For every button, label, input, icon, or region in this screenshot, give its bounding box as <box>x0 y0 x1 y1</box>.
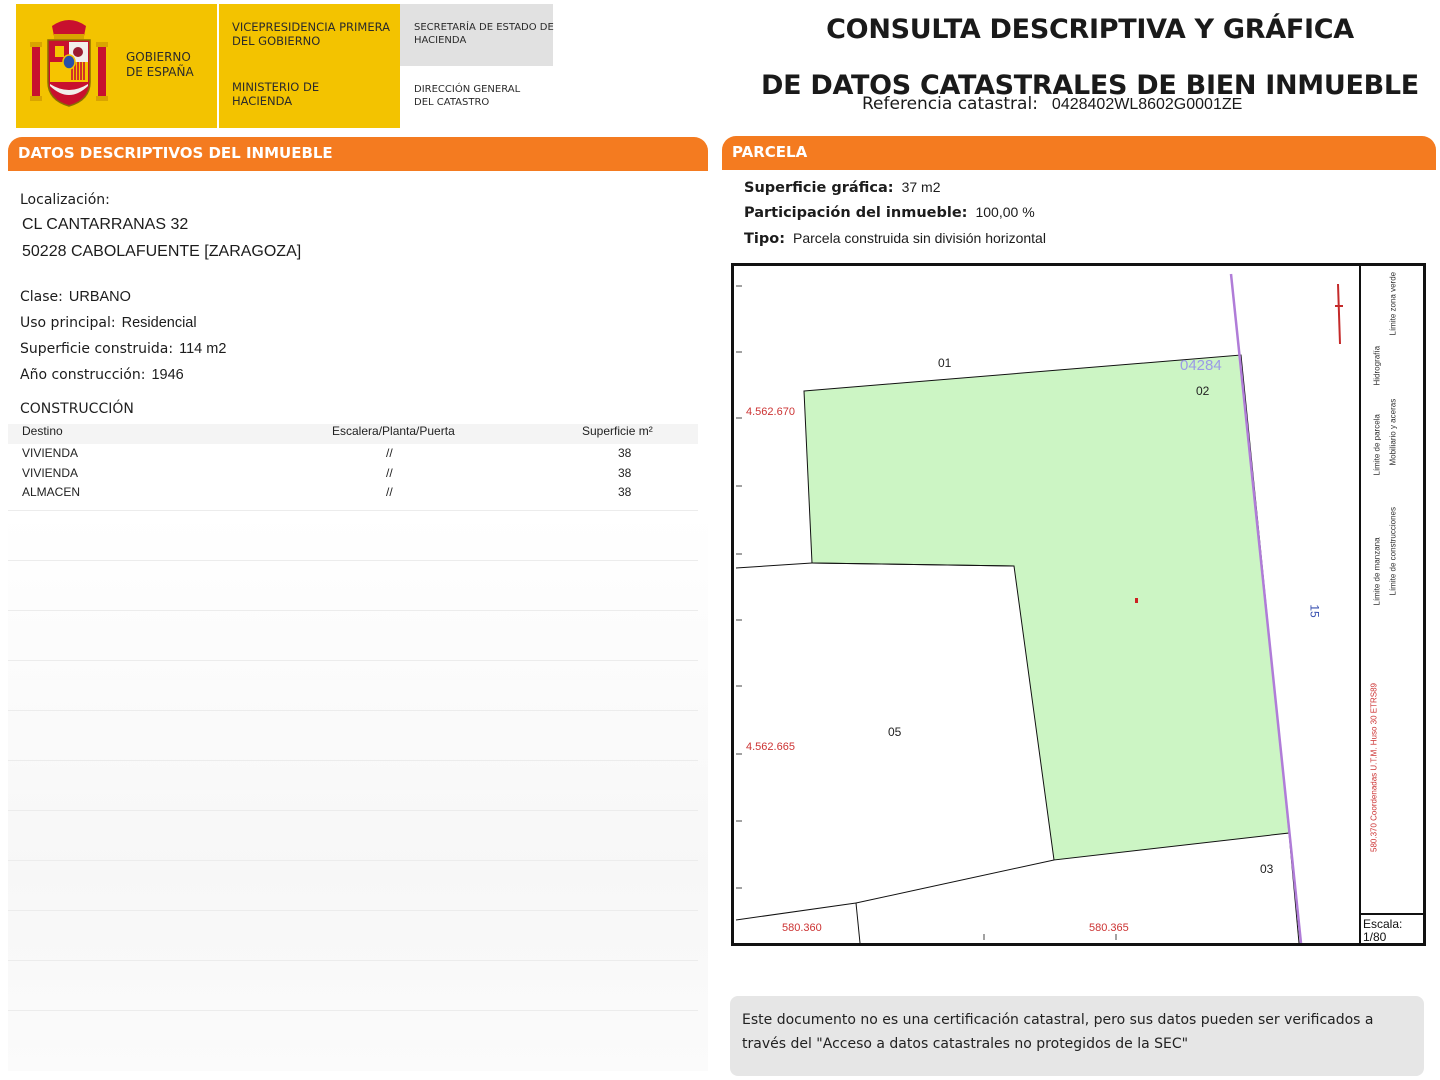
parcel-polygon <box>803 354 1290 861</box>
header-destino: Destino <box>22 424 63 438</box>
uso-key: Uso principal: <box>20 315 116 331</box>
legend-item-label: Mobiliario y aceras <box>1388 398 1398 466</box>
parcel-boundary-line <box>735 562 813 569</box>
parcel-boundary-line <box>735 902 857 921</box>
parcel-boundary-line <box>855 859 1055 904</box>
ref-label: Referencia catastral: <box>862 94 1038 114</box>
left-panel <box>8 171 708 1071</box>
street-number-label: 15 <box>1307 604 1322 618</box>
tipo-value: Parcela construida sin división horizont… <box>793 230 1046 246</box>
cell-escalera: // <box>386 466 393 480</box>
legend-item-label: Límite zona verde <box>1388 271 1398 336</box>
anio-key: Año construcción: <box>20 367 146 383</box>
coat-of-arms-icon <box>30 20 108 107</box>
tipo-key: Tipo: <box>744 231 786 247</box>
section-header-datos: DATOS DESCRIPTIVOS DEL INMUEBLE <box>8 137 708 171</box>
vicepresidencia-label: VICEPRESIDENCIA PRIMERA DEL GOBIERNO <box>232 20 391 49</box>
address-line-1: CL CANTARRANAS 32 <box>22 216 189 233</box>
table-row: VIVIENDA // 38 <box>8 466 698 486</box>
cadastral-map[interactable]: 01 02 03 05 04284 4.562.670 4.562.665 58… <box>731 263 1426 946</box>
referencia-catastral: Referencia catastral: 0428402WL8602G0001Z… <box>862 94 1242 114</box>
row-divider <box>8 660 698 661</box>
x-coord-left: 580.360 <box>782 922 822 934</box>
y-coord-bottom: 4.562.665 <box>746 741 795 753</box>
superficie-construida-row: Superficie construida: 114 m2 <box>20 341 226 357</box>
legend-item-label: Límite de manzana <box>1372 537 1382 606</box>
superficie-grafica-key: Superficie gráfica: <box>744 180 894 196</box>
cell-superficie: 38 <box>618 446 632 460</box>
cell-destino: VIVIENDA <box>22 446 79 460</box>
gobierno-espana-label: GOBIERNO DE ESPAÑA <box>126 50 194 79</box>
table-row: VIVIENDA // 38 <box>8 446 698 466</box>
parcel-label-01: 01 <box>938 356 952 370</box>
cell-destino: ALMACEN <box>22 485 81 499</box>
legend-divider <box>1359 913 1426 915</box>
superficie-grafica-value: 37 m2 <box>901 179 941 195</box>
row-divider <box>8 710 698 711</box>
tipo-row: Tipo: Parcela construida sin división hor… <box>744 230 1046 247</box>
centroid-mark <box>1135 598 1138 603</box>
superficie-construida-key: Superficie construida: <box>20 341 174 357</box>
direccion-label: DIRECCIÓN GENERAL DEL CATASTRO <box>414 84 521 108</box>
row-divider <box>8 960 698 961</box>
title-line-1: CONSULTA DESCRIPTIVA Y GRÁFICA <box>826 14 1354 45</box>
uso-row: Uso principal: Residencial <box>20 315 197 331</box>
row-divider <box>8 860 698 861</box>
x-coord-right: 580.365 <box>1089 922 1129 934</box>
localizacion-label: Localización: <box>20 192 110 208</box>
address-line-2: 50228 CABOLAFUENTE [ZARAGOZA] <box>22 243 302 260</box>
section-header-parcela: PARCELA <box>722 136 1436 170</box>
header-escalera: Escalera/Planta/Puerta <box>332 424 455 438</box>
legend-divider <box>1359 263 1361 946</box>
legend-item-label: Hidrografía <box>1372 345 1382 386</box>
row-divider <box>8 760 698 761</box>
row-divider <box>8 810 698 811</box>
parcel-label-05: 05 <box>888 725 902 739</box>
parcel-label-03: 03 <box>1260 862 1274 876</box>
cell-escalera: // <box>386 446 393 460</box>
cell-superficie: 38 <box>618 485 632 499</box>
anio-value: 1946 <box>151 367 184 383</box>
localizacion-key: Localización: <box>20 192 110 208</box>
north-arrow-icon <box>1335 283 1343 345</box>
uso-value: Residencial <box>121 315 197 331</box>
clase-value: URBANO <box>68 289 131 305</box>
cell-destino: VIVIENDA <box>22 466 79 480</box>
scale-value: 1/80 <box>1363 930 1387 944</box>
coord-note: 580.370 Coordenadas U.T.M. Huso 30 ETRS8… <box>1369 683 1379 852</box>
verification-note: Este documento no es una certificación c… <box>730 996 1424 1076</box>
participacion-key: Participación del inmueble: <box>744 205 968 221</box>
secretaria-label: SECRETARÍA DE ESTADO DE HACIENDA <box>414 22 554 46</box>
superficie-construida-value: 114 m2 <box>179 341 227 357</box>
clase-row: Clase: URBANO <box>20 289 131 305</box>
cell-superficie: 38 <box>618 466 632 480</box>
row-divider <box>8 560 698 561</box>
participacion-row: Participación del inmueble: 100,00 % <box>744 204 1035 221</box>
anio-row: Año construcción: 1946 <box>20 367 184 383</box>
superficie-grafica-row: Superficie gráfica: 37 m2 <box>744 179 941 196</box>
row-divider <box>8 510 698 511</box>
participacion-value: 100,00 % <box>975 204 1035 220</box>
legend-item-label: Límite de construcciones <box>1388 507 1398 596</box>
table-header-row: Destino Escalera/Planta/Puerta Superfici… <box>8 424 698 444</box>
block-label: 04284 <box>1180 357 1222 374</box>
map-legend: Hidrografía Límite zona verde Límite de … <box>1359 263 1426 946</box>
legend-item-label: Límite de parcela <box>1372 414 1382 476</box>
row-divider <box>8 610 698 611</box>
construccion-heading: CONSTRUCCIÓN <box>20 401 134 417</box>
ministerio-label: MINISTERIO DE HACIENDA <box>232 80 320 109</box>
row-divider <box>8 1010 698 1011</box>
scale-box: Escala: 1/80 <box>1363 918 1402 944</box>
row-divider <box>8 910 698 911</box>
parcel-boundary-line <box>855 902 861 943</box>
y-coord-top: 4.562.670 <box>746 406 795 418</box>
table-row: ALMACEN // 38 <box>8 485 698 505</box>
logo-divider <box>217 4 219 128</box>
parcel-label-02: 02 <box>1196 384 1210 398</box>
cell-escalera: // <box>386 485 393 499</box>
ref-value: 0428402WL8602G0001ZE <box>1051 96 1243 113</box>
clase-key: Clase: <box>20 289 63 305</box>
header-superficie: Superficie m² <box>582 424 653 438</box>
